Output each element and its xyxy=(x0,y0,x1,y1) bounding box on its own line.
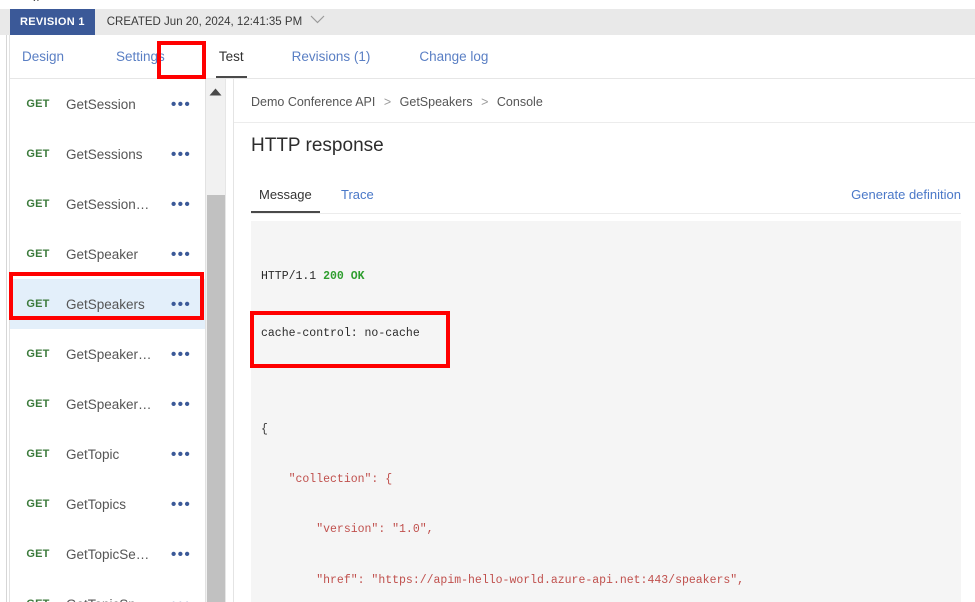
operation-row-getspeakers[interactable]: GET GetSpeakers ••• xyxy=(10,279,205,329)
page-title: HTTP response xyxy=(251,135,384,156)
more-options-icon[interactable]: ••• xyxy=(169,146,205,163)
more-options-icon[interactable]: ••• xyxy=(169,196,205,213)
breadcrumb-item-api[interactable]: Demo Conference API xyxy=(251,95,375,109)
breadcrumb-separator: > xyxy=(481,95,489,109)
operation-row-getsessions[interactable]: GET GetSessions ••• xyxy=(10,129,205,179)
status-line-prefix: HTTP/1.1 xyxy=(261,270,324,283)
operation-name: GetSpeaker xyxy=(66,246,139,262)
http-verb-label: GET xyxy=(26,198,50,210)
scrollbar-thumb[interactable] xyxy=(207,195,225,602)
http-verb-label: GET xyxy=(26,298,50,310)
revision-created-text: CREATED Jun 20, 2024, 12:41:35 PM xyxy=(106,16,303,28)
cut-off-text-fragment: p xyxy=(33,0,39,1)
http-verb-label: GET xyxy=(26,98,50,110)
operation-row-getsession-truncated[interactable]: GET GetSession… ••• xyxy=(10,179,205,229)
breadcrumb-item-console: Console xyxy=(496,95,543,109)
operation-name: GetTopicSp… xyxy=(66,597,169,602)
breadcrumb: Demo Conference API > GetSpeakers > Cons… xyxy=(251,95,543,109)
operation-name: GetTopic xyxy=(66,446,120,462)
operations-list: GET GetSession ••• GET GetSessions ••• G… xyxy=(10,79,206,602)
breadcrumb-divider xyxy=(234,122,975,123)
revision-badge: REVISION 1 xyxy=(10,9,95,35)
operation-name: GetSpeaker… xyxy=(66,346,152,362)
api-tabs: Design Settings Test Revisions (1) Chang… xyxy=(10,35,975,79)
body-line: "version": "1.0", xyxy=(261,523,434,537)
body-line: "href": "https://apim-hello-world.azure-… xyxy=(261,573,745,587)
operations-scrollbar[interactable] xyxy=(206,79,226,602)
scroll-up-icon[interactable] xyxy=(206,79,225,105)
http-verb-label: GET xyxy=(26,148,50,160)
operation-name: GetSession… xyxy=(66,196,150,212)
more-options-icon[interactable]: ••• xyxy=(169,546,205,563)
operation-row-getsession[interactable]: GET GetSession ••• xyxy=(10,79,205,129)
chevron-down-icon[interactable] xyxy=(310,15,325,25)
operation-name: GetSession xyxy=(66,96,136,112)
operation-row-getspeaker[interactable]: GET GetSpeaker ••• xyxy=(10,229,205,279)
breadcrumb-separator: > xyxy=(383,95,392,109)
tab-trace[interactable]: Trace xyxy=(341,181,374,213)
operation-row-getspeaker-truncated-2[interactable]: GET GetSpeaker… ••• xyxy=(10,379,205,429)
operation-row-gettopicsp-truncated[interactable]: GET GetTopicSp… ••• xyxy=(10,579,205,602)
breadcrumb-item-operation[interactable]: GetSpeakers xyxy=(400,95,473,109)
operation-name: GetTopicSe… xyxy=(66,546,150,562)
tab-settings[interactable]: Settings xyxy=(113,35,168,78)
more-options-icon[interactable]: ••• xyxy=(169,446,205,463)
operation-name: GetSpeakers xyxy=(66,296,145,312)
more-options-icon[interactable]: ••• xyxy=(169,596,205,602)
more-options-icon[interactable]: ••• xyxy=(169,496,205,513)
more-options-icon[interactable]: ••• xyxy=(169,296,205,313)
response-header-cache-control: cache-control: no-cache xyxy=(261,327,420,340)
operation-row-gettopics[interactable]: GET GetTopics ••• xyxy=(10,479,205,529)
http-verb-label: GET xyxy=(26,398,50,410)
response-tabs: Message Trace Generate definition xyxy=(251,181,961,214)
http-verb-label: GET xyxy=(26,498,50,510)
body-line: { xyxy=(261,422,268,436)
operation-name: GetSessions xyxy=(66,146,143,162)
more-options-icon[interactable]: ••• xyxy=(169,396,205,413)
tab-design[interactable]: Design xyxy=(19,35,67,78)
console-content-panel: Demo Conference API > GetSpeakers > Cons… xyxy=(233,79,975,602)
body-line: "collection": { xyxy=(261,472,393,486)
http-verb-label: GET xyxy=(26,448,50,460)
more-options-icon[interactable]: ••• xyxy=(169,246,205,263)
tab-revisions[interactable]: Revisions (1) xyxy=(289,35,374,78)
window-left-border xyxy=(6,9,7,602)
more-options-icon[interactable]: ••• xyxy=(169,346,205,363)
operation-row-gettopic[interactable]: GET GetTopic ••• xyxy=(10,429,205,479)
http-verb-label: GET xyxy=(26,248,50,260)
operation-row-gettopicse-truncated[interactable]: GET GetTopicSe… ••• xyxy=(10,529,205,579)
tab-message[interactable]: Message xyxy=(251,181,320,213)
more-options-icon[interactable]: ••• xyxy=(169,96,205,113)
operation-row-getspeaker-truncated-1[interactable]: GET GetSpeaker… ••• xyxy=(10,329,205,379)
response-body-block: { "collection": { "version": "1.0", "hre… xyxy=(251,376,961,602)
operation-name: GetTopics xyxy=(66,496,127,512)
revision-bar: REVISION 1 CREATED Jun 20, 2024, 12:41:3… xyxy=(0,9,975,35)
tab-test[interactable]: Test xyxy=(215,35,247,78)
http-verb-label: GET xyxy=(26,348,50,360)
generate-definition-link[interactable]: Generate definition xyxy=(851,181,961,213)
tab-change-log[interactable]: Change log xyxy=(416,35,491,78)
http-verb-label: GET xyxy=(26,548,50,560)
response-status-line: HTTP/1.1 200 OK xyxy=(261,267,961,286)
status-code: 200 OK xyxy=(323,270,365,283)
operation-name: GetSpeaker… xyxy=(66,396,152,412)
http-verb-label: GET xyxy=(10,598,66,602)
